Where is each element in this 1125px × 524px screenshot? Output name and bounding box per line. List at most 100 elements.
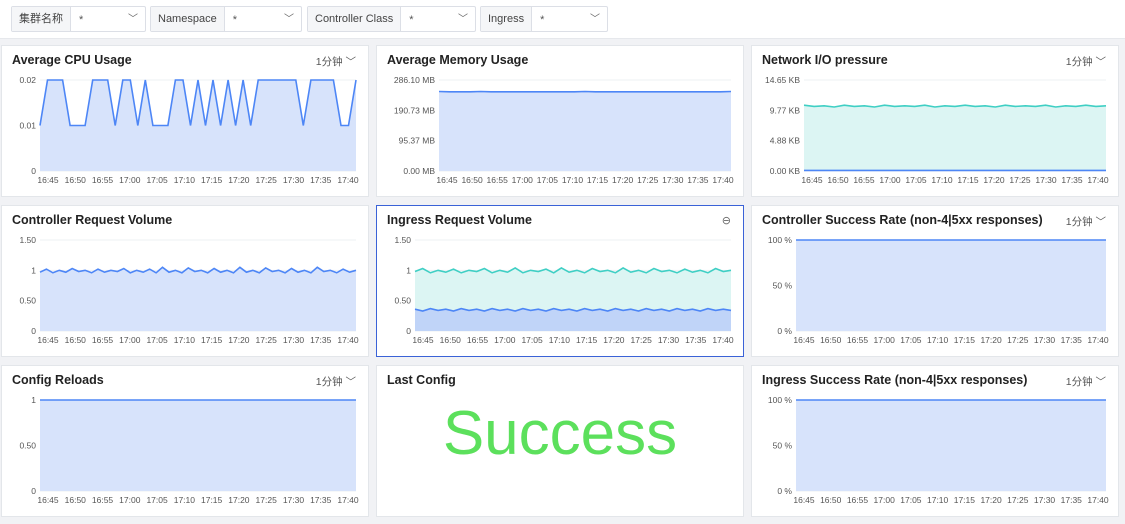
x-tick-label: 17:40 (337, 335, 359, 345)
series-area (40, 267, 356, 331)
x-tick-label: 16:55 (467, 335, 489, 345)
chevron-down-icon: ﹀ (128, 14, 138, 25)
x-tick-label: 17:40 (337, 495, 359, 505)
x-tick-label: 17:10 (931, 175, 953, 185)
x-tick-label: 17:40 (1087, 335, 1109, 345)
filter-label: Namespace (151, 7, 225, 31)
y-tick-label: 50 % (773, 441, 793, 451)
x-tick-label: 17:35 (1061, 335, 1083, 345)
y-tick-label: 0.02 (19, 75, 36, 85)
x-tick-label: 16:55 (92, 175, 114, 185)
y-tick-label: 1.50 (19, 235, 36, 245)
x-tick-label: 17:05 (146, 175, 168, 185)
y-tick-label: 1 (31, 395, 36, 405)
y-tick-label: 0.50 (19, 296, 36, 306)
x-tick-label: 17:20 (228, 175, 250, 185)
y-tick-label: 0.50 (394, 296, 411, 306)
filter-value[interactable]: * ﹀ (532, 7, 607, 31)
x-tick-label: 17:30 (662, 175, 684, 185)
x-tick-label: 17:25 (256, 495, 278, 505)
x-tick-label: 17:00 (494, 335, 516, 345)
x-tick-label: 17:05 (905, 175, 927, 185)
chart-controller-request: 0 0.50 1 1.50 16:45 16:50 16:55 17:00 17:05 17:10… (19, 235, 359, 345)
x-tick-label: 16:50 (820, 495, 842, 505)
chevron-down-icon: ﹀ (458, 14, 468, 25)
x-tick-label: 17:15 (201, 495, 223, 505)
x-tick-label: 17:10 (927, 495, 949, 505)
x-tick-label: 17:35 (685, 335, 707, 345)
y-tick-label: 0 (31, 166, 36, 176)
x-tick-label: 16:45 (37, 495, 59, 505)
x-tick-label: 17:00 (874, 495, 896, 505)
panel-ingress-request-volume[interactable]: Ingress Request Volume ⊖ 0 0.50 1 1.50 16:45… (376, 205, 744, 357)
panel-average-memory-usage: Average Memory Usage 0.00 MB 95.37 MB 190.… (376, 45, 744, 197)
y-tick-label: 14.65 KB (765, 75, 800, 85)
x-tick-label: 17:00 (874, 335, 896, 345)
x-tick-label: 17:05 (537, 175, 559, 185)
chart-cpu: 0 0.01 0.02 16:45 16:50 16:55 17:00 17:05 17:10 1… (19, 75, 359, 185)
series-area (796, 240, 1106, 331)
panel-average-cpu-usage: Average CPU Usage 1分钟 ﹀ 0 0.01 0.02 16:45 16… (1, 45, 369, 197)
x-tick-label: 17:40 (712, 175, 734, 185)
chevron-down-icon: ﹀ (284, 14, 294, 25)
filter-controller-class[interactable]: Controller Class * ﹀ (307, 6, 476, 32)
x-tick-label: 17:40 (337, 175, 359, 185)
panel-title: Last Config (387, 373, 456, 387)
x-tick-label: 17:30 (283, 335, 305, 345)
x-tick-label: 17:35 (1061, 495, 1083, 505)
panel-config-reloads: Config Reloads 1分钟 ﹀ 0 0.50 1 16:45 16:50 16:… (1, 365, 369, 517)
x-tick-label: 17:00 (119, 495, 141, 505)
x-tick-label: 17:20 (983, 175, 1005, 185)
x-tick-label: 16:50 (65, 335, 87, 345)
series-area (796, 400, 1106, 491)
filter-value-text: * (232, 14, 237, 26)
x-tick-label: 17:25 (637, 175, 659, 185)
x-tick-label: 17:20 (228, 335, 250, 345)
x-tick-label: 17:05 (146, 495, 168, 505)
panel-ingress-success-rate: Ingress Success Rate (non-4|5xx response… (751, 365, 1119, 517)
x-tick-label: 16:45 (793, 335, 815, 345)
x-tick-label: 17:15 (587, 175, 609, 185)
y-tick-label: 9.77 KB (770, 105, 801, 115)
y-tick-label: 0 (406, 326, 411, 336)
y-tick-label: 1 (406, 265, 411, 275)
filter-cluster-name[interactable]: 集群名称 * ﹀ (11, 6, 146, 32)
filter-label: 集群名称 (12, 7, 71, 31)
filter-value[interactable]: * ﹀ (401, 7, 475, 31)
x-tick-label: 17:10 (174, 175, 196, 185)
filter-value-text: * (79, 14, 84, 26)
x-tick-label: 17:20 (980, 495, 1002, 505)
series-area (804, 105, 1106, 171)
x-tick-label: 16:50 (461, 175, 483, 185)
y-tick-label: 0 (31, 326, 36, 336)
filter-value[interactable]: * ﹀ (225, 7, 301, 31)
x-tick-label: 17:35 (1061, 175, 1083, 185)
panel-controller-success-rate: Controller Success Rate (non-4|5xx respo… (751, 205, 1119, 357)
y-tick-label: 190.73 MB (394, 105, 435, 115)
x-tick-label: 16:55 (853, 175, 875, 185)
y-tick-label: 0 % (777, 326, 792, 336)
y-tick-label: 0 % (777, 486, 792, 496)
x-tick-label: 17:15 (201, 335, 223, 345)
y-tick-label: 0.00 KB (770, 166, 801, 176)
x-tick-label: 17:25 (256, 335, 278, 345)
x-tick-label: 17:25 (631, 335, 653, 345)
y-tick-label: 50 % (773, 281, 793, 291)
x-tick-label: 17:05 (900, 335, 922, 345)
panel-controller-request-volume: Controller Request Volume 0 0.50 1 1.50 16:4… (1, 205, 369, 357)
x-tick-label: 17:30 (283, 175, 305, 185)
x-tick-label: 17:10 (174, 335, 196, 345)
x-tick-label: 17:00 (512, 175, 534, 185)
filter-ingress[interactable]: Ingress * ﹀ (480, 6, 608, 32)
x-tick-label: 16:45 (37, 335, 59, 345)
y-tick-label: 4.88 KB (770, 136, 801, 146)
filter-value[interactable]: * ﹀ (71, 7, 145, 31)
x-tick-label: 17:10 (562, 175, 584, 185)
x-tick-label: 17:30 (283, 495, 305, 505)
x-tick-label: 16:50 (820, 335, 842, 345)
x-tick-label: 17:35 (310, 335, 332, 345)
filter-namespace[interactable]: Namespace * ﹀ (150, 6, 302, 32)
y-tick-label: 0.00 MB (403, 166, 435, 176)
chart-ingress-request: 0 0.50 1 1.50 16:45 16:50 16:55 17:00 17:05 17:10… (394, 235, 733, 345)
x-tick-label: 17:10 (927, 335, 949, 345)
